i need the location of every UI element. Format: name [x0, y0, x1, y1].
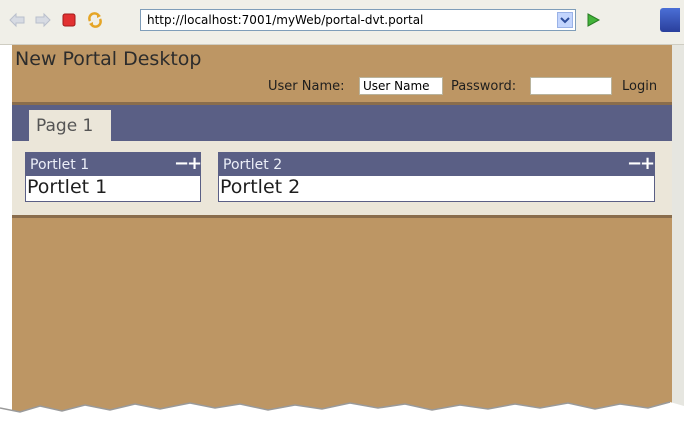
browser-toolbar: http://localhost:7001/myWeb/portal-dvt.p… — [0, 0, 684, 45]
portlet-2: Portlet 2 − + Portlet 2 — [218, 152, 655, 202]
maximize-icon[interactable]: + — [187, 153, 202, 175]
portal-viewport: New Portal Desktop User Name: Password: … — [12, 45, 672, 421]
desktop-title: New Portal Desktop — [15, 48, 202, 70]
browser-logo-icon — [660, 8, 680, 32]
portlet-1-title: Portlet 1 — [30, 157, 90, 173]
username-label: User Name: — [268, 79, 345, 94]
login-form: User Name: Password: Login — [12, 77, 672, 97]
login-link[interactable]: Login — [622, 79, 657, 94]
page-tab-bar: Page 1 — [12, 105, 672, 141]
portlet-2-title: Portlet 2 — [223, 157, 283, 173]
portlet-1-titlebar: Portlet 1 − + — [26, 153, 202, 176]
tab-page-1[interactable]: Page 1 — [29, 110, 111, 141]
go-icon[interactable] — [584, 11, 602, 29]
content-bottom-divider — [12, 215, 672, 218]
portlet-1-body: Portlet 1 — [27, 176, 108, 198]
maximize-icon[interactable]: + — [640, 153, 655, 175]
refresh-icon[interactable] — [86, 11, 104, 29]
dropdown-arrow-icon[interactable] — [557, 12, 573, 28]
forward-arrow-icon[interactable] — [34, 11, 52, 29]
url-text: http://localhost:7001/myWeb/portal-dvt.p… — [147, 13, 424, 27]
back-arrow-icon[interactable] — [8, 11, 26, 29]
password-input[interactable] — [530, 77, 612, 95]
portlet-2-body: Portlet 2 — [220, 176, 301, 198]
password-label: Password: — [451, 79, 517, 94]
stop-icon[interactable] — [60, 11, 78, 29]
username-input[interactable] — [359, 77, 443, 95]
address-bar[interactable]: http://localhost:7001/myWeb/portal-dvt.p… — [140, 9, 576, 31]
scrollbar[interactable] — [672, 45, 684, 421]
portlet-2-titlebar: Portlet 2 − + — [219, 153, 655, 176]
page-content: Portlet 1 − + Portlet 1 Portlet 2 − + Po… — [12, 141, 672, 215]
portlet-1: Portlet 1 − + Portlet 1 — [25, 152, 202, 202]
